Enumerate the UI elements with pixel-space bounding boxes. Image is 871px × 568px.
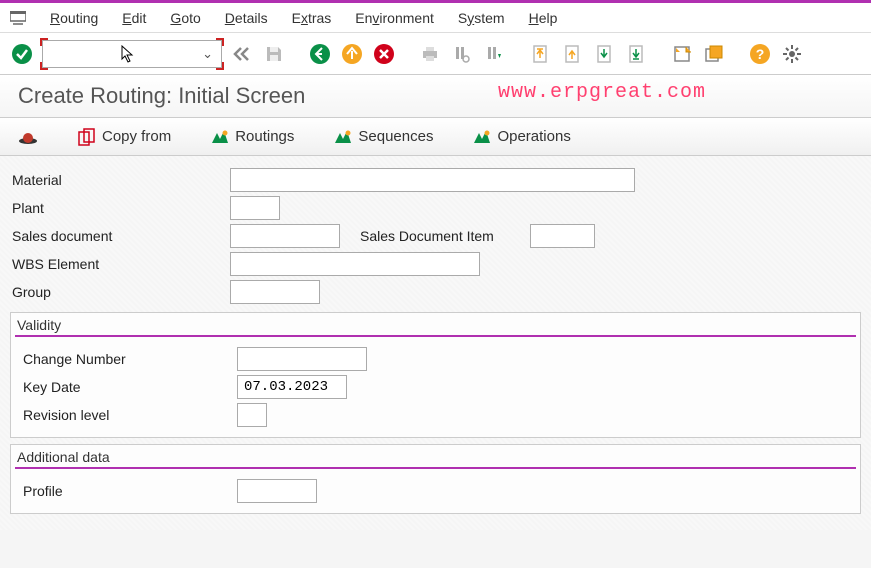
print-icon[interactable] <box>418 42 442 66</box>
form-area: Material Plant Sales document Sales Docu… <box>0 156 871 530</box>
key-date-label: Key Date <box>17 379 237 395</box>
next-page-icon[interactable] <box>592 42 616 66</box>
revision-row: Revision level <box>17 401 854 429</box>
sales-doc-row: Sales document Sales Document Item <box>10 222 861 250</box>
key-date-row: Key Date <box>17 373 854 401</box>
key-date-input[interactable] <box>237 375 347 399</box>
change-number-label: Change Number <box>17 351 237 367</box>
title-bar: Create Routing: Initial Screen www.erpgr… <box>0 75 871 118</box>
cancel-icon[interactable] <box>372 42 396 66</box>
enter-icon[interactable] <box>10 42 34 66</box>
svg-text:?: ? <box>756 46 765 62</box>
profile-input[interactable] <box>237 479 317 503</box>
double-back-icon[interactable] <box>230 42 254 66</box>
standard-toolbar: ⌄ ? <box>0 33 871 75</box>
plant-label: Plant <box>10 200 230 216</box>
sales-doc-label: Sales document <box>10 228 230 244</box>
menu-bar: Routing Edit Goto Details Extras Environ… <box>0 3 871 33</box>
additional-legend: Additional data <box>15 449 856 469</box>
revision-label: Revision level <box>17 407 237 423</box>
app-menu-icon[interactable] <box>10 11 26 25</box>
group-label: Group <box>10 284 230 300</box>
first-page-icon[interactable] <box>528 42 552 66</box>
application-toolbar: Copy from Routings Sequences Operations <box>0 118 871 156</box>
material-label: Material <box>10 172 230 188</box>
material-input[interactable] <box>230 168 635 192</box>
change-number-input[interactable] <box>237 347 367 371</box>
operations-button[interactable]: Operations <box>473 128 570 145</box>
sales-doc-item-input[interactable] <box>530 224 595 248</box>
wbs-input[interactable] <box>230 252 480 276</box>
save-icon[interactable] <box>262 42 286 66</box>
profile-row: Profile <box>17 477 854 505</box>
change-number-row: Change Number <box>17 345 854 373</box>
chevron-down-icon: ⌄ <box>202 46 213 62</box>
revision-input[interactable] <box>237 403 267 427</box>
copy-from-button[interactable]: Copy from <box>78 128 171 146</box>
additional-data-group: Additional data Profile <box>10 444 861 514</box>
menu-routing[interactable]: Routing <box>50 10 98 26</box>
menu-extras[interactable]: Extras <box>292 10 332 26</box>
find-next-icon[interactable] <box>482 42 506 66</box>
plant-input[interactable] <box>230 196 280 220</box>
routings-button[interactable]: Routings <box>211 128 294 145</box>
cursor-icon <box>121 45 137 68</box>
copy-from-label: Copy from <box>102 128 171 145</box>
operations-label: Operations <box>497 128 570 145</box>
command-field-wrap: ⌄ <box>42 40 222 68</box>
group-input[interactable] <box>230 280 320 304</box>
exit-icon[interactable] <box>340 42 364 66</box>
wbs-row: WBS Element <box>10 250 861 278</box>
profile-label: Profile <box>17 483 237 499</box>
menu-edit[interactable]: Edit <box>122 10 146 26</box>
group-row: Group <box>10 278 861 306</box>
sequences-button[interactable]: Sequences <box>334 128 433 145</box>
sales-doc-input[interactable] <box>230 224 340 248</box>
settings-icon[interactable] <box>780 42 804 66</box>
prev-page-icon[interactable] <box>560 42 584 66</box>
menu-help[interactable]: Help <box>529 10 558 26</box>
command-field[interactable]: ⌄ <box>42 40 222 68</box>
menu-system[interactable]: System <box>458 10 505 26</box>
menu-goto[interactable]: Goto <box>170 10 200 26</box>
validity-group: Validity Change Number Key Date Revision… <box>10 312 861 438</box>
menu-details[interactable]: Details <box>225 10 268 26</box>
back-icon[interactable] <box>308 42 332 66</box>
shortcut-icon[interactable] <box>702 42 726 66</box>
wbs-label: WBS Element <box>10 256 230 272</box>
help-icon[interactable]: ? <box>748 42 772 66</box>
plant-row: Plant <box>10 194 861 222</box>
routings-label: Routings <box>235 128 294 145</box>
find-icon[interactable] <box>450 42 474 66</box>
sales-doc-item-label: Sales Document Item <box>340 228 530 244</box>
sequences-label: Sequences <box>358 128 433 145</box>
page-title: Create Routing: Initial Screen <box>18 83 305 109</box>
validity-legend: Validity <box>15 317 856 337</box>
menu-environment[interactable]: Environment <box>355 10 434 26</box>
new-session-icon[interactable] <box>670 42 694 66</box>
watermark-text: www.erpgreat.com <box>498 81 706 104</box>
last-page-icon[interactable] <box>624 42 648 66</box>
hat-icon-button[interactable] <box>18 129 38 145</box>
material-row: Material <box>10 166 861 194</box>
